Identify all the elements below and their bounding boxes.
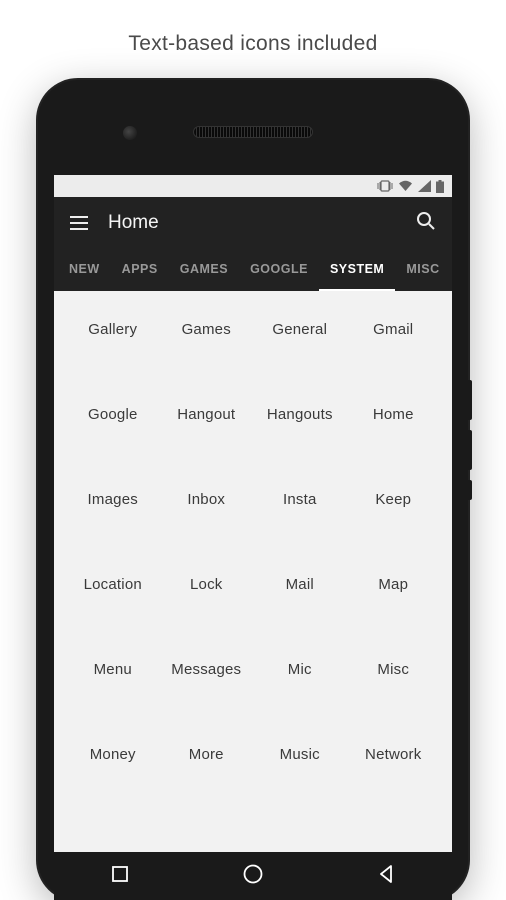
- menu-icon[interactable]: [70, 216, 88, 230]
- signal-icon: [418, 180, 431, 192]
- app-bar: Home: [54, 197, 452, 249]
- list-item[interactable]: Images: [68, 491, 158, 508]
- page-caption: Text-based icons included: [0, 0, 506, 56]
- list-item[interactable]: Games: [162, 321, 252, 338]
- power-button: [468, 480, 472, 500]
- icon-grid-container[interactable]: GalleryGamesGeneralGmail GoogleHangoutHan…: [54, 291, 452, 852]
- list-item[interactable]: General: [255, 321, 345, 338]
- list-item[interactable]: Mail: [255, 576, 345, 593]
- volume-up-button: [468, 380, 472, 420]
- phone-frame: Home NEWAPPSGAMESGOOGLESYSTEMMISC Galler…: [38, 80, 468, 900]
- list-item[interactable]: Money: [68, 746, 158, 763]
- list-item[interactable]: Home: [349, 406, 439, 423]
- list-item[interactable]: Gallery: [68, 321, 158, 338]
- list-item[interactable]: Google: [68, 406, 158, 423]
- tab-misc[interactable]: MISC: [395, 249, 450, 291]
- navigation-bar: [54, 852, 452, 900]
- battery-icon: [436, 180, 444, 193]
- vibrate-icon: [377, 180, 393, 192]
- list-item[interactable]: Insta: [255, 491, 345, 508]
- nav-home-button[interactable]: [242, 863, 264, 890]
- list-item[interactable]: Network: [349, 746, 439, 763]
- list-item[interactable]: Hangouts: [255, 406, 345, 423]
- nav-back-button[interactable]: [376, 864, 396, 889]
- tab-bar: NEWAPPSGAMESGOOGLESYSTEMMISC: [54, 249, 452, 291]
- list-item[interactable]: Gmail: [349, 321, 439, 338]
- phone-speaker: [193, 126, 313, 138]
- wifi-icon: [398, 180, 413, 192]
- list-item[interactable]: Keep: [349, 491, 439, 508]
- list-item[interactable]: Menu: [68, 661, 158, 678]
- volume-down-button: [468, 430, 472, 470]
- phone-camera: [123, 126, 137, 140]
- tab-games[interactable]: GAMES: [169, 249, 239, 291]
- tab-apps[interactable]: APPS: [111, 249, 169, 291]
- list-item[interactable]: Inbox: [162, 491, 252, 508]
- status-bar: [54, 175, 452, 197]
- list-item[interactable]: Messages: [162, 661, 252, 678]
- list-item[interactable]: Map: [349, 576, 439, 593]
- screen: Home NEWAPPSGAMESGOOGLESYSTEMMISC Galler…: [54, 175, 452, 900]
- nav-recents-button[interactable]: [110, 864, 130, 889]
- list-item[interactable]: Mic: [255, 661, 345, 678]
- tab-new[interactable]: NEW: [58, 249, 111, 291]
- list-item[interactable]: Misc: [349, 661, 439, 678]
- search-icon[interactable]: [416, 211, 436, 236]
- list-item[interactable]: Hangout: [162, 406, 252, 423]
- list-item[interactable]: More: [162, 746, 252, 763]
- tab-system[interactable]: SYSTEM: [319, 249, 395, 291]
- list-item[interactable]: Music: [255, 746, 345, 763]
- list-item[interactable]: Lock: [162, 576, 252, 593]
- tab-google[interactable]: GOOGLE: [239, 249, 319, 291]
- icon-grid: GalleryGamesGeneralGmail GoogleHangoutHan…: [68, 321, 438, 763]
- app-title: Home: [108, 212, 396, 234]
- list-item[interactable]: Location: [68, 576, 158, 593]
